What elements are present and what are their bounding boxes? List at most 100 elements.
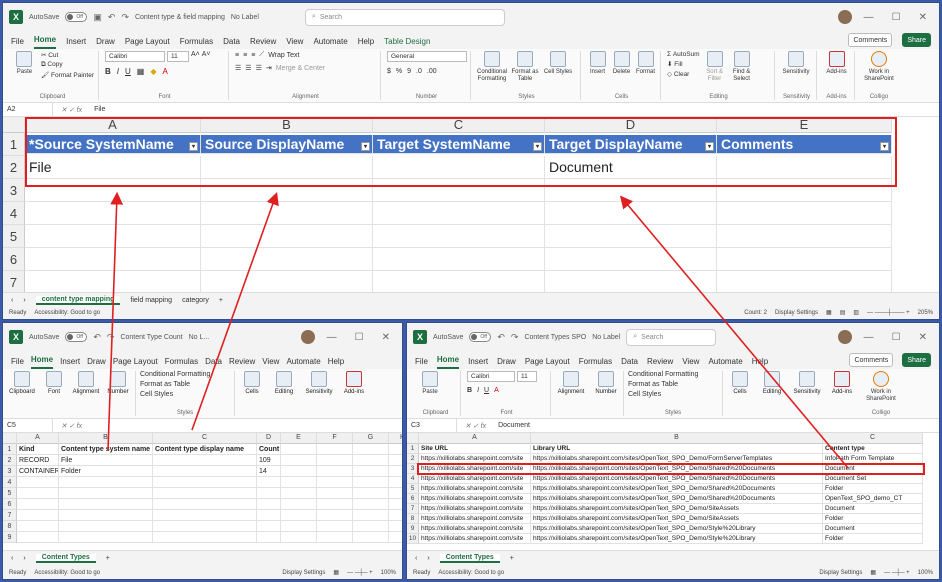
- row-header[interactable]: 4: [3, 477, 17, 488]
- tab-file[interactable]: File: [11, 357, 24, 369]
- font-size-select[interactable]: 11: [517, 371, 537, 382]
- row-header[interactable]: 4: [3, 202, 25, 225]
- tab-data[interactable]: Data: [205, 357, 222, 369]
- table-cell[interactable]: RECORD: [17, 455, 59, 466]
- empty-cell[interactable]: [545, 248, 717, 271]
- table-cell[interactable]: https://xilliolabs.sharepoint.com/site: [419, 454, 531, 464]
- empty-cell[interactable]: [153, 510, 257, 521]
- autosave-toggle[interactable]: Off: [469, 332, 492, 342]
- row-header[interactable]: 3: [407, 464, 419, 474]
- add-sheet-icon[interactable]: +: [510, 555, 514, 562]
- tab-page-layout[interactable]: Page Layout: [113, 357, 158, 369]
- sensitivity-button[interactable]: Sensitivity: [301, 371, 337, 416]
- delete-button[interactable]: Delete: [611, 51, 632, 76]
- empty-cell[interactable]: [389, 488, 402, 499]
- cut-button[interactable]: ✂ Cut: [41, 51, 94, 59]
- empty-cell[interactable]: [25, 202, 201, 225]
- font-color-icon[interactable]: A: [163, 67, 168, 76]
- fx-icon[interactable]: ✕ ✓ fx: [457, 422, 494, 430]
- empty-cell[interactable]: [25, 248, 201, 271]
- name-box[interactable]: C5: [3, 419, 53, 432]
- table-cell[interactable]: File: [25, 156, 201, 179]
- table-cell[interactable]: [201, 156, 373, 179]
- table-cell[interactable]: Content type display name: [153, 444, 257, 455]
- tab-review[interactable]: Review: [647, 357, 673, 369]
- filter-dropdown-icon[interactable]: ▾: [533, 142, 542, 151]
- empty-cell[interactable]: [353, 521, 389, 532]
- table-cell[interactable]: https://xilliolabs.sharepoint.com/sites/…: [531, 494, 823, 504]
- avatar[interactable]: [837, 330, 852, 344]
- currency-icon[interactable]: $: [387, 68, 391, 75]
- tab-help[interactable]: Help: [328, 357, 344, 369]
- work-in-sharepoint-button[interactable]: Work in SharePoint: [863, 371, 899, 403]
- avatar[interactable]: [300, 330, 315, 344]
- comments-button[interactable]: Comments: [848, 33, 893, 47]
- table-cell[interactable]: OpenText_SPO_demo_CT: [823, 494, 923, 504]
- table-header-cell[interactable]: Source DisplayName ▾: [201, 135, 373, 154]
- cell-styles-button[interactable]: Cell Styles: [140, 391, 173, 398]
- tab-page-layout[interactable]: Page Layout: [525, 357, 570, 369]
- row-header[interactable]: 5: [3, 225, 25, 248]
- close-icon[interactable]: ✕: [913, 12, 933, 23]
- table-cell[interactable]: Document: [823, 524, 923, 534]
- paste-button[interactable]: Paste: [11, 51, 38, 76]
- table-cell[interactable]: Kind: [17, 444, 59, 455]
- empty-cell[interactable]: [389, 510, 402, 521]
- empty-cell[interactable]: [317, 499, 353, 510]
- empty-cell[interactable]: [257, 532, 281, 543]
- sensitivity-label[interactable]: No Label: [231, 14, 259, 21]
- empty-cell[interactable]: [389, 466, 402, 477]
- row-header[interactable]: 7: [3, 271, 25, 294]
- search-box[interactable]: ⌕ Search: [304, 8, 505, 26]
- formula-input[interactable]: File: [90, 106, 105, 113]
- conditional-formatting-button[interactable]: Conditional Formatting: [140, 371, 210, 378]
- normal-view-icon[interactable]: ▦: [333, 569, 339, 576]
- tab-draw[interactable]: Draw: [87, 357, 106, 369]
- font-color-icon[interactable]: A: [494, 387, 499, 394]
- empty-cell[interactable]: [257, 521, 281, 532]
- redo-icon[interactable]: ↷: [121, 12, 129, 23]
- save-icon[interactable]: ▣: [93, 12, 102, 23]
- tab-insert[interactable]: Insert: [468, 357, 488, 369]
- cell-styles-button[interactable]: Cell Styles: [543, 51, 573, 76]
- zoom-slider[interactable]: — ─┼─ +: [884, 570, 910, 576]
- add-sheet-icon[interactable]: +: [219, 297, 223, 304]
- table-cell[interactable]: https://xilliolabs.sharepoint.com/site: [419, 514, 531, 524]
- row-header[interactable]: 1: [3, 133, 25, 156]
- tab-review[interactable]: Review: [250, 37, 276, 49]
- underline-icon[interactable]: U: [484, 387, 489, 394]
- empty-cell[interactable]: [373, 248, 545, 271]
- empty-cell[interactable]: [373, 225, 545, 248]
- italic-icon[interactable]: I: [117, 67, 119, 76]
- tab-data[interactable]: Data: [223, 37, 240, 49]
- row-header[interactable]: 8: [407, 514, 419, 524]
- display-settings[interactable]: Display Settings: [282, 570, 325, 576]
- table-header-cell[interactable]: Comments ▾: [717, 135, 892, 154]
- tab-draw[interactable]: Draw: [497, 357, 516, 369]
- row-header[interactable]: 10: [407, 534, 419, 544]
- find-select-button[interactable]: Find & Select: [730, 51, 754, 83]
- tab-scroll-right-icon[interactable]: ›: [23, 297, 25, 304]
- zoom-slider[interactable]: — ─┼─ +: [347, 570, 373, 576]
- row-header[interactable]: 9: [407, 524, 419, 534]
- conditional-formatting-button[interactable]: Conditional Formatting: [628, 371, 698, 378]
- tab-formulas[interactable]: Formulas: [165, 357, 198, 369]
- empty-cell[interactable]: [717, 271, 892, 294]
- format-as-table-button[interactable]: Format as Table: [628, 381, 678, 388]
- display-settings[interactable]: Display Settings: [775, 310, 818, 316]
- minimize-icon[interactable]: —: [321, 332, 343, 343]
- editing-button[interactable]: Editing: [269, 371, 299, 416]
- table-cell[interactable]: [153, 466, 257, 477]
- empty-cell[interactable]: [317, 521, 353, 532]
- close-icon[interactable]: ✕: [376, 332, 396, 343]
- decrease-decimal-icon[interactable]: .00: [427, 68, 437, 75]
- tab-help[interactable]: Help: [358, 37, 374, 49]
- empty-cell[interactable]: [281, 510, 317, 521]
- empty-cell[interactable]: [281, 532, 317, 543]
- paste-button[interactable]: Paste: [415, 371, 445, 396]
- row-header[interactable]: 4: [407, 474, 419, 484]
- format-button[interactable]: Format: [635, 51, 656, 76]
- indent-icon[interactable]: ⇥: [266, 64, 272, 72]
- sensitivity-button[interactable]: Sensitivity: [789, 371, 825, 416]
- empty-cell[interactable]: [373, 179, 545, 202]
